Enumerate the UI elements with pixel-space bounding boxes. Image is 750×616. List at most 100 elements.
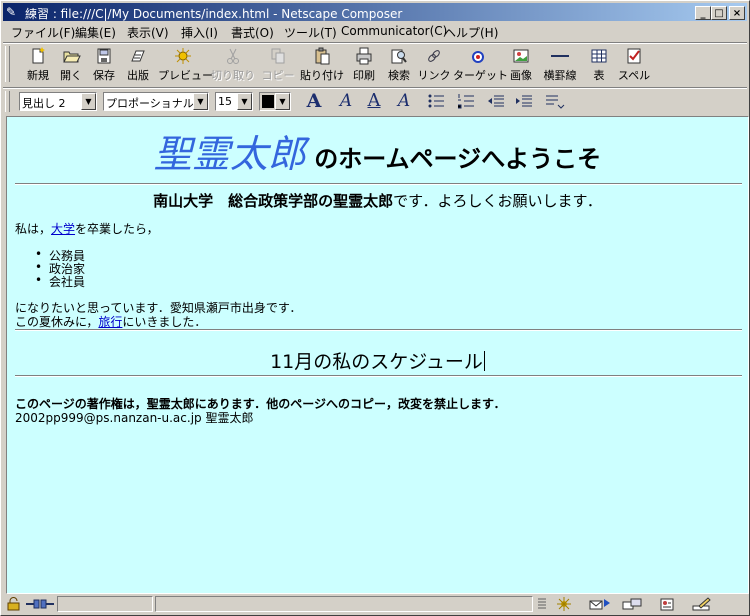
mailbox-icon[interactable] xyxy=(588,597,612,611)
toolbar-grip[interactable] xyxy=(5,46,10,82)
composer-app-icon[interactable]: ✎ xyxy=(6,5,20,19)
discussions-icon[interactable] xyxy=(621,597,645,611)
find-label: 検索 xyxy=(388,69,410,82)
table-button[interactable]: 表 xyxy=(585,46,613,84)
clear-styles-icon[interactable]: A xyxy=(393,91,415,111)
p1-text-before: 私は， xyxy=(15,222,52,236)
alignment-icon[interactable] xyxy=(543,91,565,111)
intro-bold-text: 南山大学 総合政策学部の聖霊太郎 xyxy=(153,192,394,210)
composer-icon[interactable] xyxy=(691,597,713,611)
chevron-down-icon[interactable]: ▼ xyxy=(81,93,96,110)
indent-icon[interactable] xyxy=(513,91,535,111)
paragraph-style-value: 見出し 2 xyxy=(22,97,66,110)
chevron-down-icon[interactable]: ▼ xyxy=(237,93,252,110)
new-icon xyxy=(32,47,45,64)
minimize-button[interactable]: _ xyxy=(695,6,711,20)
maximize-button[interactable]: □ xyxy=(711,6,727,20)
close-button[interactable]: × xyxy=(729,6,745,20)
chevron-down-icon[interactable]: ▼ xyxy=(275,93,290,110)
preview-button[interactable]: プレビュー xyxy=(158,46,213,84)
target-icon xyxy=(472,51,484,63)
paragraph-1[interactable]: 私は，大学を卒業したら， xyxy=(15,220,159,237)
open-button[interactable]: 開く xyxy=(57,46,85,84)
font-size-select[interactable]: 15 ▼ xyxy=(215,92,253,111)
print-label: 印刷 xyxy=(353,69,375,82)
address-book-icon[interactable] xyxy=(658,597,676,611)
font-size-value: 15 xyxy=(218,95,232,108)
font-select[interactable]: プロポーショナル ▼ xyxy=(103,92,209,111)
hrule-icon xyxy=(551,55,569,57)
cut-button[interactable]: 切り取り xyxy=(211,46,255,84)
save-button[interactable]: 保存 xyxy=(89,46,119,84)
paragraph-3[interactable]: この夏休みに，旅行にいきました． xyxy=(15,313,206,330)
text-caret xyxy=(483,351,485,371)
security-lock-icon[interactable] xyxy=(5,597,23,611)
print-button[interactable]: 印刷 xyxy=(349,46,379,84)
underline-icon[interactable]: A xyxy=(363,91,385,111)
menu-insert[interactable]: 挿入(I) xyxy=(181,24,218,41)
copy-button[interactable]: コピー xyxy=(261,46,295,84)
list-item[interactable]: 会社員 xyxy=(35,273,85,290)
spell-button[interactable]: スペル xyxy=(617,46,651,84)
p3-text-after: にいきました． xyxy=(122,315,207,329)
new-label: 新規 xyxy=(27,69,49,82)
image-button[interactable]: 画像 xyxy=(506,46,536,84)
horizontal-rule[interactable] xyxy=(15,329,742,331)
intro-line[interactable]: 南山大学 総合政策学部の聖霊太郎です．よろしくお願いします． xyxy=(7,190,748,211)
format-toolbar-grip[interactable] xyxy=(5,91,10,112)
outdent-icon[interactable] xyxy=(485,91,507,111)
p3-text-before: この夏休みに， xyxy=(15,315,99,329)
menu-file[interactable]: ファイル(F) xyxy=(11,24,75,41)
bigger-font-icon[interactable]: A xyxy=(303,91,325,111)
horizontal-rule[interactable] xyxy=(15,375,742,377)
bullet-list-icon[interactable] xyxy=(425,91,447,111)
numbered-list-icon[interactable] xyxy=(455,91,477,111)
schedule-heading[interactable]: 11月の私のスケジュール xyxy=(7,347,748,374)
hrule-button[interactable]: 横罫線 xyxy=(540,46,580,84)
cut-icon xyxy=(227,48,239,64)
title-bar[interactable]: ✎ 練習 : file:///C|/My Documents/index.htm… xyxy=(3,3,747,21)
target-button[interactable]: ターゲット xyxy=(453,46,508,84)
menu-bar: ファイル(F) 編集(E) 表示(V) 挿入(I) 書式(O) ツール(T) C… xyxy=(3,22,747,40)
print-icon xyxy=(356,47,372,65)
hrule-label: 横罫線 xyxy=(543,69,577,82)
link-button[interactable]: リンク xyxy=(417,46,451,84)
publish-button[interactable]: 出版 xyxy=(123,46,153,84)
composition-toolbar: 新規 開く 保存 出版 プレビュー 切り取り コピー 貼り付け 印刷 検索 リン… xyxy=(3,44,747,86)
spell-label: スペル xyxy=(617,69,651,82)
save-icon xyxy=(97,48,111,64)
italic-icon[interactable]: A xyxy=(335,91,357,111)
horizontal-rule[interactable] xyxy=(15,183,742,185)
text-color-select[interactable]: ▼ xyxy=(259,92,291,111)
online-connection-icon[interactable] xyxy=(25,597,55,611)
status-text-panel xyxy=(155,596,533,612)
heading-welcome: のホームページへようこそ xyxy=(305,145,602,173)
university-link[interactable]: 大学 xyxy=(51,222,75,236)
paragraph-style-select[interactable]: 見出し 2 ▼ xyxy=(19,92,97,111)
menu-edit[interactable]: 編集(E) xyxy=(75,24,116,41)
table-label: 表 xyxy=(593,69,605,82)
status-bar xyxy=(3,595,747,613)
page-heading[interactable]: 聖霊太郎 のホームページへようこそ xyxy=(7,123,748,178)
navigator-icon[interactable] xyxy=(555,597,573,611)
spell-icon xyxy=(627,48,641,64)
travel-link[interactable]: 旅行 xyxy=(98,315,122,329)
menu-help[interactable]: ヘルプ(H) xyxy=(444,24,498,41)
intro-text: です．よろしくお願いします． xyxy=(393,192,602,210)
editor-area[interactable]: 聖霊太郎 のホームページへようこそ 南山大学 総合政策学部の聖霊太郎です．よろし… xyxy=(6,116,749,594)
paste-button[interactable]: 貼り付け xyxy=(299,46,345,84)
find-button[interactable]: 検索 xyxy=(384,46,414,84)
link-label: リンク xyxy=(417,69,451,82)
component-bar-grip-icon[interactable] xyxy=(536,597,548,611)
target-label: ターゲット xyxy=(453,69,508,82)
menu-tools[interactable]: ツール(T) xyxy=(284,24,337,41)
copy-label: コピー xyxy=(261,69,295,82)
chevron-down-icon[interactable]: ▼ xyxy=(193,93,208,110)
new-button[interactable]: 新規 xyxy=(23,46,53,84)
menu-communicator[interactable]: Communicator(C) xyxy=(341,24,447,38)
contact-line[interactable]: 2002pp999@ps.nanzan-u.ac.jp 聖霊太郎 xyxy=(15,409,253,426)
paste-icon xyxy=(315,47,330,65)
link-icon xyxy=(428,50,440,62)
menu-format[interactable]: 書式(O) xyxy=(231,24,274,41)
menu-view[interactable]: 表示(V) xyxy=(127,24,169,41)
